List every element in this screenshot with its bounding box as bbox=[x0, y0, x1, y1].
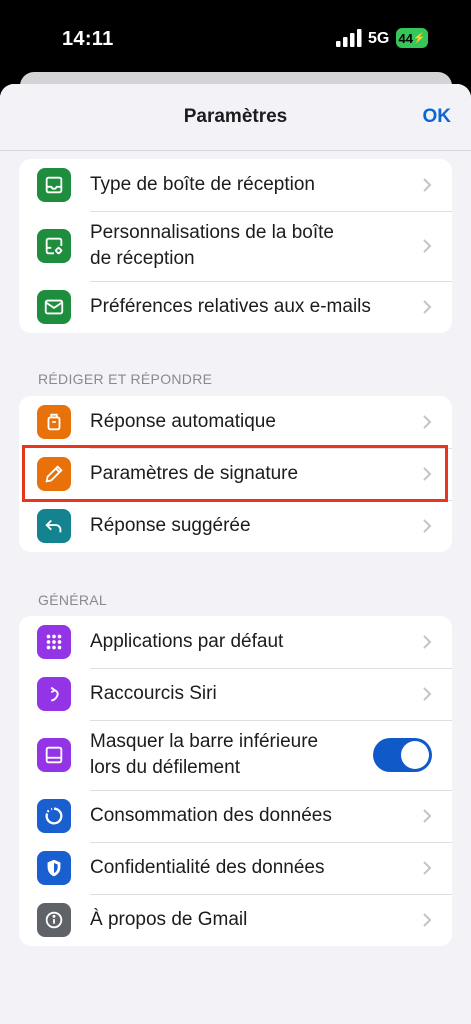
row-signature-settings[interactable]: Paramètres de signature bbox=[19, 448, 452, 500]
row-label: Préférences relatives aux e-mails bbox=[90, 296, 371, 317]
section-header-general: GÉNÉRAL bbox=[38, 592, 108, 608]
row-label: Masquer la barre inférieure lors du défi… bbox=[90, 731, 319, 778]
row-default-apps[interactable]: Applications par défaut bbox=[19, 616, 452, 668]
chevron-right-icon bbox=[423, 178, 432, 192]
ok-button[interactable]: OK bbox=[423, 106, 452, 128]
section-header-compose: RÉDIGER ET RÉPONDRE bbox=[38, 371, 213, 387]
row-inbox-customization[interactable]: Personnalisations de la boîte de récepti… bbox=[19, 211, 452, 281]
shield-icon bbox=[37, 851, 71, 885]
bottom-bar-icon bbox=[37, 738, 71, 772]
row-label: Personnalisations de la boîte de récepti… bbox=[90, 222, 334, 269]
row-about-gmail[interactable]: À propos de Gmail bbox=[19, 894, 452, 946]
chevron-right-icon bbox=[423, 635, 432, 649]
suitcase-icon bbox=[37, 405, 71, 439]
status-bar: 14:11 5G 44 ⚡ bbox=[0, 0, 471, 72]
cellular-signal-icon bbox=[336, 29, 362, 47]
row-inbox-type[interactable]: Type de boîte de réception bbox=[19, 159, 452, 211]
row-suggested-reply[interactable]: Réponse suggérée bbox=[19, 500, 452, 552]
pen-icon bbox=[37, 457, 71, 491]
chevron-right-icon bbox=[423, 239, 432, 253]
page-title: Paramètres bbox=[183, 106, 288, 127]
inbox-settings-icon bbox=[37, 229, 71, 263]
hide-bottom-bar-toggle[interactable] bbox=[373, 738, 432, 772]
row-auto-reply[interactable]: Réponse automatique bbox=[19, 396, 452, 448]
row-label: Réponse suggérée bbox=[90, 515, 251, 536]
row-label: Réponse automatique bbox=[90, 411, 276, 432]
row-label: Confidentialité des données bbox=[90, 857, 325, 878]
apps-grid-icon bbox=[37, 625, 71, 659]
navigation-bar: Paramètres OK bbox=[0, 84, 471, 151]
row-siri-shortcuts[interactable]: Raccourcis Siri bbox=[19, 668, 452, 720]
chevron-right-icon bbox=[423, 687, 432, 701]
row-email-preferences[interactable]: Préférences relatives aux e-mails bbox=[19, 281, 452, 333]
general-settings-group: Applications par défaut Raccourcis Siri … bbox=[19, 616, 452, 946]
chevron-right-icon bbox=[423, 861, 432, 875]
inbox-icon bbox=[37, 168, 71, 202]
row-label: À propos de Gmail bbox=[90, 909, 248, 930]
row-data-usage[interactable]: Consommation des données bbox=[19, 790, 452, 842]
charging-bolt-icon: ⚡ bbox=[413, 32, 426, 44]
inbox-settings-group: Type de boîte de réception Personnalisat… bbox=[19, 159, 452, 333]
row-label: Consommation des données bbox=[90, 805, 332, 826]
row-label: Type de boîte de réception bbox=[90, 174, 315, 195]
battery-indicator: 44 ⚡ bbox=[396, 28, 428, 48]
chevron-right-icon bbox=[423, 519, 432, 533]
info-icon bbox=[37, 903, 71, 937]
row-label: Paramètres de signature bbox=[90, 463, 299, 484]
status-time: 14:11 bbox=[62, 28, 114, 50]
data-usage-icon bbox=[37, 799, 71, 833]
chevron-right-icon bbox=[423, 809, 432, 823]
mail-icon bbox=[37, 290, 71, 324]
reply-icon bbox=[37, 509, 71, 543]
compose-settings-group: Réponse automatique Paramètres de signat… bbox=[19, 396, 452, 552]
network-type: 5G bbox=[368, 30, 390, 47]
battery-level: 44 bbox=[398, 30, 413, 46]
chevron-right-icon bbox=[423, 300, 432, 314]
siri-shortcut-icon bbox=[37, 677, 71, 711]
chevron-right-icon bbox=[423, 467, 432, 481]
row-data-privacy[interactable]: Confidentialité des données bbox=[19, 842, 452, 894]
row-hide-bottom-bar: Masquer la barre inférieure lors du défi… bbox=[19, 720, 452, 790]
settings-sheet: Paramètres OK Type de boîte de réception… bbox=[0, 84, 471, 1024]
toggle-knob bbox=[401, 741, 429, 769]
chevron-right-icon bbox=[423, 913, 432, 927]
row-label: Applications par défaut bbox=[90, 631, 284, 652]
chevron-right-icon bbox=[423, 415, 432, 429]
row-label: Raccourcis Siri bbox=[90, 683, 217, 704]
